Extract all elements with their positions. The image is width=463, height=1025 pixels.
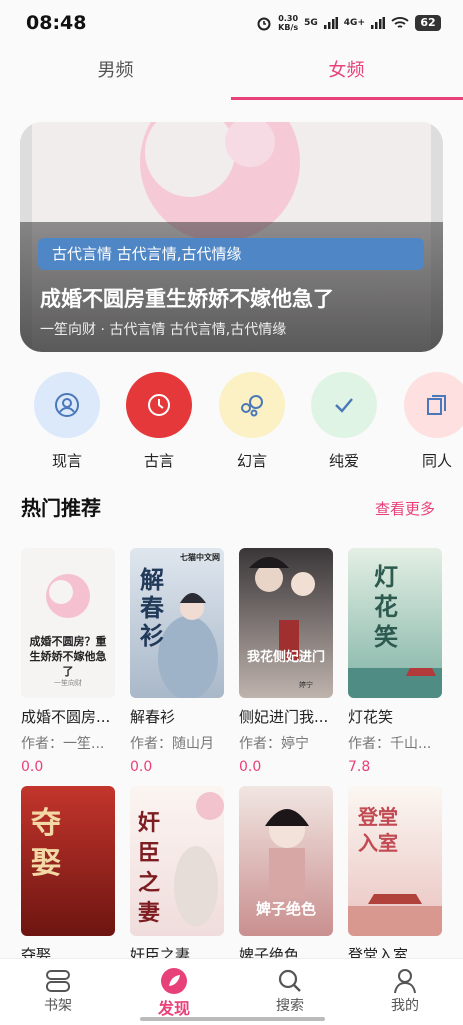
battery-icon: 62 — [415, 15, 441, 31]
banner-subtitle: 一笙向财 · 古代言情 古代言情,古代情缘 — [40, 322, 287, 338]
book-cover: 奸臣之妻 — [130, 786, 224, 936]
channel-tabs: 男频 女频 — [0, 48, 463, 102]
book-cover: 解春衫 七猫中文网 — [130, 548, 224, 698]
book-card[interactable]: 登堂入室 登堂入室 — [348, 786, 442, 965]
cover-title: 我花侧妃进门 — [246, 650, 325, 665]
book-title: 侧妃进门我... — [239, 708, 329, 726]
category-circle — [219, 372, 285, 438]
cover-title: 登堂入室 — [358, 805, 398, 855]
book-card[interactable]: 成婚不圆房？重生娇娇不嫁他急了 一笙向财 成婚不圆房... 作者：一笙... 0… — [21, 548, 115, 775]
book-card[interactable]: 婢子绝色 婢子绝色 — [239, 786, 333, 965]
book-cover: 灯花笑 — [348, 548, 442, 698]
nav-discover-label: 发现 — [157, 999, 190, 1018]
bubbles-icon — [241, 395, 263, 417]
book-card[interactable]: 灯花笑 灯花笑 作者：千山... 7.8 — [348, 548, 442, 775]
book-cover: 我花侧妃进门 婷宁 — [239, 548, 333, 698]
book-author: 作者：随山月 — [130, 736, 214, 752]
book-title: 解春衫 — [130, 708, 176, 726]
category-tongren[interactable]: 同人 — [397, 372, 463, 471]
book-cover: 夺娶 — [21, 786, 115, 936]
book-card[interactable]: 我花侧妃进门 婷宁 侧妃进门我... 作者：婷宁 0.0 — [239, 548, 333, 775]
category-guyan[interactable]: 古言 — [119, 372, 199, 471]
nav-discover[interactable]: 发现 — [134, 967, 214, 1019]
banner-genre-tag: 古代言情 古代言情,古代情缘 — [38, 238, 424, 270]
book-rating: 0.0 — [130, 759, 153, 775]
cover-title: 婢子绝色 — [255, 900, 316, 918]
category-label: 幻言 — [236, 452, 267, 470]
book-author: 作者：一笙... — [21, 736, 105, 752]
tab-active-indicator — [231, 97, 463, 100]
category-circle — [34, 372, 100, 438]
category-circle — [404, 372, 463, 438]
tab-male[interactable]: 男频 — [0, 48, 231, 100]
cover-title: 灯花笑 — [374, 562, 398, 651]
book-cover: 婢子绝色 — [239, 786, 333, 936]
alarm-icon — [257, 17, 271, 31]
user-circle-icon — [55, 393, 79, 417]
status-bar: 08:48 0.30 KB/s 5G 4G+ 62 — [0, 0, 463, 46]
tab-female[interactable]: 女频 — [231, 48, 462, 100]
book-rating: 0.0 — [21, 759, 44, 775]
copy-icon — [427, 395, 446, 415]
category-label: 古言 — [143, 452, 174, 470]
bottom-nav: 书架 发现 搜索 我的 — [0, 958, 463, 1025]
see-more-link[interactable]: 查看更多 — [375, 498, 435, 519]
book-card[interactable]: 奸臣之妻 奸臣之妻 — [130, 786, 224, 965]
category-label: 同人 — [421, 452, 452, 470]
category-xianyan[interactable]: 现言 — [27, 372, 107, 471]
book-author: 作者：千山... — [348, 736, 432, 752]
featured-banner[interactable]: 古代言情 古代言情,古代情缘 成婚不圆房重生娇娇不嫁他急了 一笙向财 · 古代言… — [20, 122, 443, 352]
cover-title: 奸臣之妻 — [138, 810, 161, 926]
cover-title: 夺娶 — [31, 806, 61, 881]
category-circle — [126, 372, 192, 438]
nav-shelf-label: 书架 — [44, 998, 72, 1014]
book-rating: 0.0 — [239, 759, 262, 775]
category-huanyan[interactable]: 幻言 — [212, 372, 292, 471]
category-label: 纯爱 — [328, 452, 359, 470]
cover-author: 婷宁 — [299, 681, 313, 689]
search-icon — [278, 969, 301, 992]
book-author: 作者：婷宁 — [239, 736, 309, 752]
section-title: 热门推荐 — [21, 496, 101, 520]
book-cover: 登堂入室 — [348, 786, 442, 936]
banner-title: 成婚不圆房重生娇娇不嫁他急了 — [40, 287, 334, 311]
signal-4g: 4G+ — [343, 18, 365, 28]
signal-bars-icon-2 — [371, 17, 385, 29]
nav-mine[interactable]: 我的 — [365, 967, 445, 1015]
status-icons: 0.30 KB/s 5G 4G+ 62 — [256, 14, 441, 32]
network-speed: 0.30 KB/s — [278, 14, 299, 32]
cover-title: 成婚不圆房？重生娇娇不嫁他急了 — [29, 635, 107, 678]
category-circle — [311, 372, 377, 438]
cover-author: 一笙向财 — [54, 679, 82, 687]
nav-shelf[interactable]: 书架 — [18, 967, 98, 1015]
nav-search-label: 搜索 — [276, 998, 304, 1014]
status-time: 08:48 — [26, 12, 87, 34]
check-icon — [335, 398, 353, 413]
signal-bars-icon — [323, 17, 338, 29]
book-cover: 成婚不圆房？重生娇娇不嫁他急了 一笙向财 — [21, 548, 115, 698]
nav-mine-label: 我的 — [391, 998, 419, 1014]
clock-icon — [148, 394, 170, 416]
bookshelf-icon — [46, 970, 70, 992]
cover-art — [249, 557, 315, 660]
wifi-icon — [391, 17, 409, 28]
book-rating: 7.8 — [348, 759, 371, 775]
category-row: 现言 古言 幻言 纯爱 同人 — [0, 372, 463, 472]
category-label: 现言 — [51, 452, 82, 470]
user-icon — [394, 969, 416, 994]
book-card[interactable]: 解春衫 七猫中文网 解春衫 作者：随山月 0.0 — [130, 548, 224, 775]
compass-leaf-icon — [161, 968, 187, 994]
book-title: 灯花笑 — [348, 708, 394, 726]
cover-publisher: 七猫中文网 — [180, 552, 220, 562]
nav-search[interactable]: 搜索 — [250, 967, 330, 1015]
cover-title: 解春衫 — [140, 565, 164, 650]
signal-5g: 5G — [304, 18, 318, 28]
home-indicator[interactable] — [140, 1017, 325, 1021]
book-card[interactable]: 夺娶 夺娶 — [21, 786, 115, 965]
category-chunai[interactable]: 纯爱 — [304, 372, 384, 471]
book-title: 成婚不圆房... — [21, 708, 111, 726]
